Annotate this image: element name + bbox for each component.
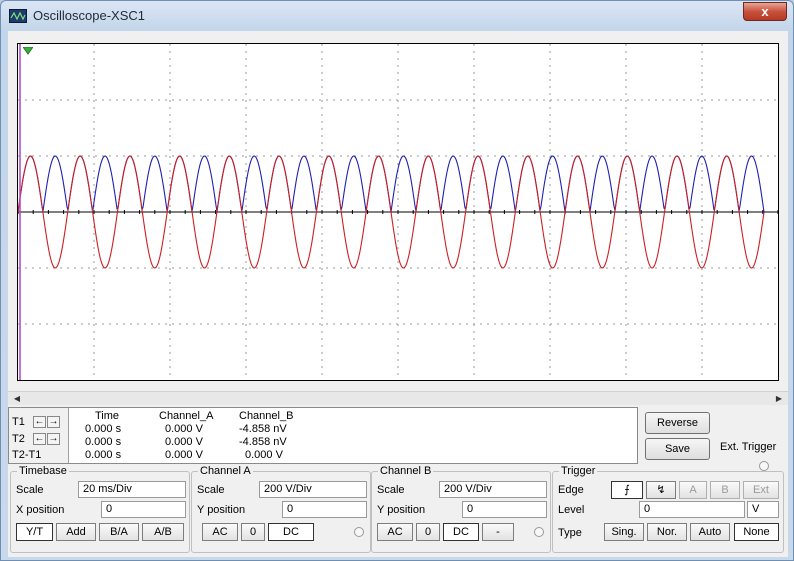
channel-b-title: Channel B: [378, 465, 434, 477]
x-position-field[interactable]: 0: [101, 501, 186, 518]
channel-a-group: Channel A Scale 200 V/Div Y position 0 A…: [191, 465, 371, 553]
oscilloscope-app-icon: [9, 9, 27, 23]
channel-b-zero-button[interactable]: 0: [416, 523, 440, 541]
ext-trigger-terminal-icon[interactable]: [759, 461, 769, 471]
t2-t1-channel-b: 0.000 V: [245, 449, 283, 461]
ext-trigger-label: Ext. Trigger: [720, 441, 777, 453]
channel-b-y-position-label: Y position: [377, 504, 426, 516]
trigger-level-unit-field[interactable]: V: [747, 501, 779, 518]
channel-b-scale-field[interactable]: 200 V/Div: [439, 481, 547, 498]
channel-a-scale-label: Scale: [197, 484, 225, 496]
t1-time: 0.000 s: [85, 423, 122, 435]
t1-channel-a: 0.000 V: [165, 423, 203, 435]
trigger-normal-button[interactable]: Nor.: [647, 523, 687, 541]
channel-a-scale-field[interactable]: 200 V/Div: [259, 481, 367, 498]
scope-display[interactable]: [17, 43, 779, 381]
t2-t1-label: T2-T1: [12, 449, 42, 461]
window-title: Oscilloscope-XSC1: [33, 8, 145, 23]
timebase-title: Timebase: [17, 465, 69, 477]
channel-a-zero-button[interactable]: 0: [241, 523, 265, 541]
trigger-level-field[interactable]: 0: [639, 501, 745, 518]
t2-left-arrow-icon[interactable]: ←: [33, 433, 46, 445]
edge-rising-button[interactable]: ⨍: [611, 481, 643, 499]
time-header: Time: [95, 410, 120, 422]
channel-b-header: Channel_B: [239, 410, 294, 422]
t2-channel-b: -4.858 nV: [239, 436, 287, 448]
oscilloscope-window: Oscilloscope-XSC1 x ◀ ▶ T1 ← → T2 ← → T2…: [0, 0, 794, 561]
t1-channel-b: -4.858 nV: [239, 423, 287, 435]
timebase-scale-label: Scale: [16, 484, 44, 496]
t1-label: T1: [12, 416, 25, 428]
timebase-group: Timebase Scale 20 ms/Div X position 0 Y/…: [10, 465, 190, 553]
trigger-level-label: Level: [558, 504, 585, 516]
horizontal-scrollbar[interactable]: ◀ ▶: [8, 391, 788, 405]
scope-graph: [18, 44, 778, 380]
trigger-auto-button[interactable]: Auto: [690, 523, 730, 541]
oscilloscope-panel: ◀ ▶ T1 ← → T2 ← → T2-T1 Time 0.000 s 0.0…: [8, 31, 788, 557]
trigger-type-label: Type: [558, 527, 582, 539]
close-button[interactable]: x: [743, 2, 787, 21]
channel-a-column: Channel_A 0.000 V 0.000 V 0.000 V: [159, 410, 213, 462]
trigger-group: Trigger Edge ⨍ ↯ A B Ext Level 0 V Type …: [552, 465, 784, 553]
trigger-single-button[interactable]: Sing.: [604, 523, 644, 541]
cursor-readout: T1 ← → T2 ← → T2-T1 Time 0.000 s 0.000 s…: [8, 407, 638, 464]
channel-b-dc-button[interactable]: DC: [443, 523, 479, 541]
t2-label: T2: [12, 433, 25, 445]
trigger-none-button[interactable]: None: [734, 523, 779, 541]
channel-b-invert-button[interactable]: -: [482, 523, 514, 541]
cursor-controls: T1 ← → T2 ← → T2-T1: [9, 408, 69, 463]
mode-add-button[interactable]: Add: [56, 523, 96, 541]
title-bar: Oscilloscope-XSC1 x: [1, 1, 793, 31]
channel-a-y-position-field[interactable]: 0: [282, 501, 367, 518]
scroll-left-icon[interactable]: ◀: [10, 393, 24, 405]
t2-t1-channel-a: 0.000 V: [165, 449, 203, 461]
t2-channel-a: 0.000 V: [165, 436, 203, 448]
edge-falling-button[interactable]: ↯: [646, 481, 676, 499]
reverse-button[interactable]: Reverse: [645, 412, 710, 434]
trigger-title: Trigger: [559, 465, 598, 477]
t2-t1-time: 0.000 s: [85, 449, 122, 461]
channel-b-scale-label: Scale: [377, 484, 405, 496]
rising-edge-icon: ⨍: [624, 484, 630, 496]
channel-b-ac-button[interactable]: AC: [377, 523, 413, 541]
t2-time: 0.000 s: [85, 436, 122, 448]
mode-ba-button[interactable]: B/A: [99, 523, 139, 541]
channel-a-title: Channel A: [198, 465, 253, 477]
channel-b-group: Channel B Scale 200 V/Div Y position 0 A…: [371, 465, 551, 553]
t1-left-arrow-icon[interactable]: ←: [33, 416, 46, 428]
trigger-source-a-button[interactable]: A: [679, 481, 707, 499]
trigger-edge-label: Edge: [558, 484, 584, 496]
channel-b-column: Channel_B -4.858 nV -4.858 nV 0.000 V: [239, 410, 293, 462]
channel-a-y-position-label: Y position: [197, 504, 246, 516]
channel-b-terminal-icon[interactable]: [534, 527, 544, 537]
mode-ab-button[interactable]: A/B: [142, 523, 184, 541]
channel-a-terminal-icon[interactable]: [354, 527, 364, 537]
falling-edge-icon: ↯: [656, 484, 666, 496]
scroll-right-icon[interactable]: ▶: [772, 393, 786, 405]
channel-a-ac-button[interactable]: AC: [202, 523, 238, 541]
cursor-t1-marker-icon[interactable]: [23, 47, 33, 55]
trigger-source-b-button[interactable]: B: [710, 481, 740, 499]
t1-row: T1 ← →: [12, 415, 60, 429]
mode-yt-button[interactable]: Y/T: [16, 523, 53, 541]
trigger-source-ext-button[interactable]: Ext: [743, 481, 779, 499]
t1-right-arrow-icon[interactable]: →: [47, 416, 60, 428]
channel-b-trace: [18, 155, 765, 213]
x-position-label: X position: [16, 504, 65, 516]
t2-right-arrow-icon[interactable]: →: [47, 433, 60, 445]
channel-a-dc-button[interactable]: DC: [268, 523, 314, 541]
channel-b-y-position-field[interactable]: 0: [462, 501, 547, 518]
time-column: Time 0.000 s 0.000 s 0.000 s: [85, 410, 121, 462]
t2-row: T2 ← →: [12, 432, 60, 446]
channel-a-header: Channel_A: [159, 410, 214, 422]
save-button[interactable]: Save: [645, 438, 710, 460]
timebase-scale-field[interactable]: 20 ms/Div: [78, 481, 186, 498]
close-icon: x: [761, 4, 769, 19]
